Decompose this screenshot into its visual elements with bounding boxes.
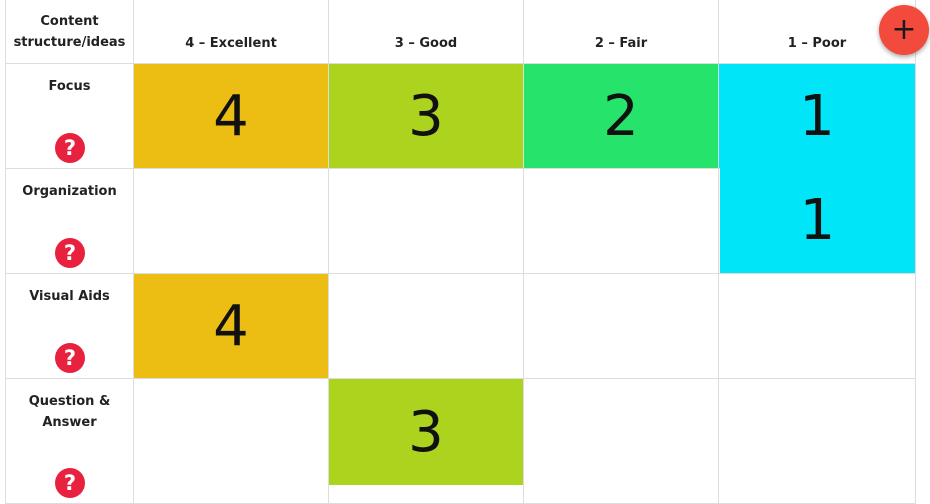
row-label-text: Focus [48,79,91,94]
row-label-text: Organization [22,184,117,199]
cell-qa-excellent[interactable] [134,379,329,504]
score-block[interactable]: 4 [134,274,328,378]
rubric-grid: Content structure/ideas 4 – Excellent 3 … [5,0,916,504]
column-label: 1 – Poor [787,36,847,51]
corner-label: Content structure/ideas [13,13,126,50]
row-label-focus: Focus ? [6,64,134,169]
svg-text:?: ? [63,346,75,370]
cell-visual-aids-poor[interactable] [719,274,916,379]
column-header-fair: 2 – Fair [524,0,719,64]
question-circle-icon[interactable]: ? [54,342,86,374]
cell-visual-aids-excellent[interactable]: 4 [134,274,329,379]
cell-visual-aids-good[interactable] [329,274,524,379]
cell-focus-excellent[interactable]: 4 [134,64,329,169]
svg-text:?: ? [63,471,75,495]
question-circle-icon[interactable]: ? [54,467,86,499]
svg-text:?: ? [63,136,75,160]
score-block[interactable]: 1 [720,167,915,273]
column-label: 2 – Fair [594,36,648,51]
column-label: 3 – Good [394,36,458,51]
cell-focus-good[interactable]: 3 [329,64,524,169]
score-block[interactable]: 1 [719,64,915,168]
column-label: 4 – Excellent [185,36,277,51]
question-circle-icon[interactable]: ? [54,132,86,164]
row-label-question-answer: Question & Answer ? [6,379,134,504]
row-label-text: Question & Answer [28,394,111,430]
score-block[interactable]: 4 [134,64,328,168]
column-header-excellent: 4 – Excellent [134,0,329,64]
column-header-good: 3 – Good [329,0,524,64]
svg-text:?: ? [63,241,75,265]
add-button[interactable]: + [879,5,929,55]
row-label-organization: Organization ? [6,169,134,274]
row-label-visual-aids: Visual Aids ? [6,274,134,379]
cell-focus-poor[interactable]: 1 [719,64,916,169]
cell-organization-fair[interactable] [524,169,719,274]
cell-visual-aids-fair[interactable] [524,274,719,379]
cell-qa-fair[interactable] [524,379,719,504]
cell-qa-good[interactable]: 3 [329,379,524,504]
score-block[interactable]: 3 [329,64,523,168]
question-circle-icon[interactable]: ? [54,237,86,269]
plus-icon: + [891,12,917,47]
cell-organization-excellent[interactable] [134,169,329,274]
rubric-corner-header: Content structure/ideas [6,0,134,64]
row-label-text: Visual Aids [29,289,110,304]
cell-qa-poor[interactable] [719,379,916,504]
cell-focus-fair[interactable]: 2 [524,64,719,169]
cell-organization-good[interactable] [329,169,524,274]
score-block[interactable]: 3 [329,379,523,485]
score-block[interactable]: 2 [524,64,718,168]
cell-organization-poor[interactable]: 1 [719,167,916,274]
